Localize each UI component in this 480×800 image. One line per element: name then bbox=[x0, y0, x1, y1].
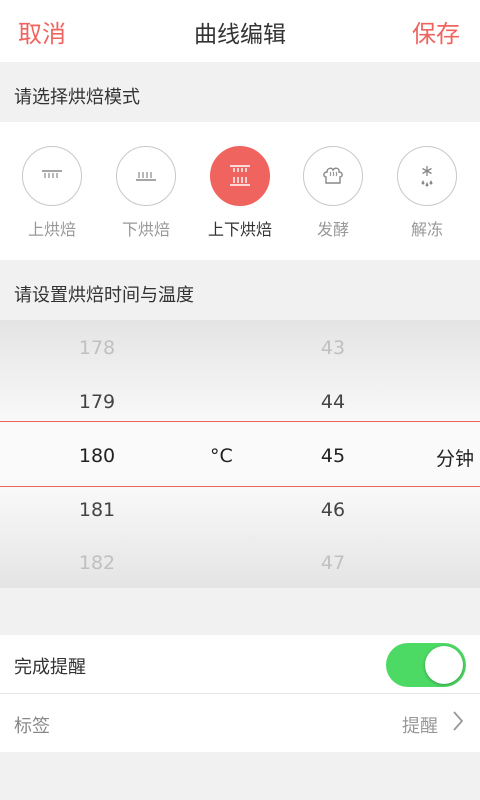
mode-label: 上下烘焙 bbox=[207, 220, 272, 239]
minute-option[interactable]: 44 bbox=[293, 391, 373, 413]
mode-defrost[interactable]: 解冻 bbox=[387, 146, 467, 240]
tag-row[interactable]: 标签 提醒 bbox=[0, 694, 480, 752]
minute-option[interactable]: 47 bbox=[293, 552, 373, 574]
chevron-right-icon bbox=[452, 710, 464, 736]
temp-option[interactable]: 182 bbox=[57, 552, 137, 574]
top-bar: 取消 曲线编辑 保存 bbox=[0, 0, 480, 62]
time-temp-picker[interactable]: 178 179 180 181 182 °C 43 44 45 46 47 分钟 bbox=[0, 320, 480, 588]
toggle-knob bbox=[425, 646, 463, 684]
mode-selector: 上烘焙 下烘焙 上下烘焙 发酵 解冻 bbox=[0, 122, 480, 260]
bottom-heat-icon bbox=[116, 146, 176, 206]
mode-bottom-heat[interactable]: 下烘焙 bbox=[106, 146, 186, 240]
top-heat-icon bbox=[22, 146, 82, 206]
mode-section-label: 请选择烘焙模式 bbox=[14, 87, 140, 108]
temp-option[interactable]: 181 bbox=[57, 499, 137, 521]
top-bottom-heat-icon bbox=[210, 146, 270, 206]
reminder-toggle[interactable] bbox=[386, 643, 466, 687]
time-section-label: 请设置烘焙时间与温度 bbox=[14, 285, 194, 306]
mode-top-bottom-heat[interactable]: 上下烘焙 bbox=[200, 146, 280, 240]
temp-selected[interactable]: 180 bbox=[57, 445, 137, 467]
minute-selected[interactable]: 45 bbox=[293, 445, 373, 467]
save-button[interactable]: 保存 bbox=[412, 14, 460, 49]
mode-ferment[interactable]: 发酵 bbox=[293, 146, 373, 240]
mode-label: 上烘焙 bbox=[27, 220, 76, 239]
minute-option[interactable]: 46 bbox=[293, 499, 373, 521]
minute-unit: 分钟 bbox=[436, 448, 475, 470]
mode-label: 下烘焙 bbox=[121, 220, 170, 239]
temp-unit: °C bbox=[210, 445, 233, 467]
reminder-label: 完成提醒 bbox=[14, 657, 86, 678]
minute-option[interactable]: 43 bbox=[293, 337, 373, 359]
defrost-icon bbox=[397, 146, 457, 206]
page-title: 曲线编辑 bbox=[194, 22, 286, 48]
temp-option[interactable]: 179 bbox=[57, 391, 137, 413]
mode-label: 解冻 bbox=[410, 220, 443, 239]
mode-label: 发酵 bbox=[316, 220, 349, 239]
tag-label: 标签 bbox=[14, 716, 50, 737]
reminder-row: 完成提醒 bbox=[0, 635, 480, 693]
temp-option[interactable]: 178 bbox=[57, 337, 137, 359]
ferment-icon bbox=[303, 146, 363, 206]
tag-value: 提醒 bbox=[402, 716, 438, 737]
mode-top-heat[interactable]: 上烘焙 bbox=[12, 146, 92, 240]
